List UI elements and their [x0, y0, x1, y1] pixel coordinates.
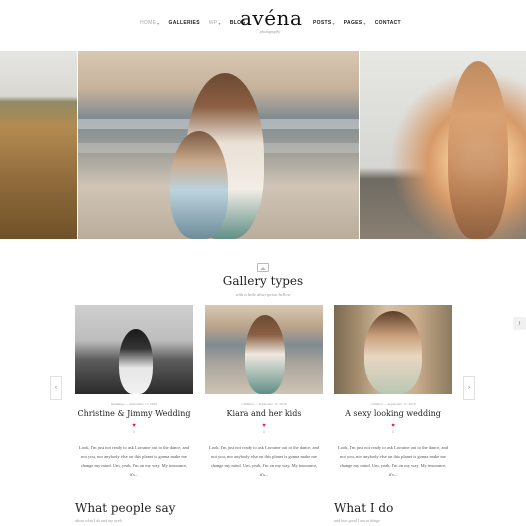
heart-icon[interactable]: ♥ [205, 423, 323, 429]
card-meta: Children — September 17, 2018 [370, 402, 416, 406]
card-category[interactable]: Children [370, 402, 382, 406]
nav-galleries-label: GALLERIES [168, 20, 200, 26]
carousel-prev-button[interactable]: ‹ [50, 376, 62, 400]
card-image[interactable] [334, 305, 452, 394]
nav-home[interactable]: HOME ▾ [140, 20, 160, 26]
nav-home-label: HOME [140, 20, 157, 26]
card-meta: Children — September 17, 2018 [241, 402, 287, 406]
gallery-card[interactable]: Weddings — September 17, 2018 Christine … [75, 305, 193, 479]
nav-contact-label: CONTACT [374, 20, 401, 26]
services-subtitle: and how good I am at things [334, 518, 380, 523]
card-title[interactable]: A sexy looking wedding [334, 409, 452, 418]
hero-image-mother-child[interactable] [78, 51, 359, 239]
card-date: September 17, 2018 [258, 402, 287, 406]
nav-posts-label: POSTS [313, 20, 332, 26]
chevron-left-icon: ‹ [55, 385, 57, 391]
hero-gallery [0, 51, 526, 239]
nav-pages[interactable]: PAGES ▾ [344, 20, 366, 26]
nav-wp-label: WP [208, 20, 218, 26]
card-figure [119, 329, 153, 394]
card-category[interactable]: Weddings [111, 402, 124, 406]
hero-figure-child [170, 131, 228, 239]
like-count: 0 [392, 430, 394, 434]
section-subtitle: with a little description bellow [235, 292, 291, 297]
chevron-down-icon: ▾ [332, 20, 335, 26]
gallery-card[interactable]: Children — September 17, 2018 Kiara and … [205, 305, 323, 479]
hero-figure-couple [448, 61, 508, 239]
section-title: Gallery types [222, 274, 304, 288]
heart-icon[interactable]: ♥ [75, 423, 193, 429]
card-date: September 17, 2018 [129, 402, 158, 406]
nav-contact[interactable]: CONTACT [375, 20, 401, 26]
like-count: 0 [263, 430, 265, 434]
chevron-down-icon: ▾ [218, 20, 221, 26]
card-meta: Weddings — September 17, 2018 [110, 402, 158, 406]
main-nav-left: HOME ▾ GALLERIES WP ▾ BLOG ▾ [140, 20, 249, 26]
nav-galleries[interactable]: GALLERIES [169, 20, 200, 26]
card-category[interactable]: Children [241, 402, 253, 406]
like-count: 0 [133, 430, 135, 434]
card-figure [364, 311, 422, 394]
carousel-next-button[interactable]: › [463, 376, 475, 400]
heart-icon[interactable]: ♥ [334, 423, 452, 429]
nav-wp[interactable]: WP ▾ [209, 20, 221, 26]
chevron-down-icon: ▾ [157, 20, 160, 26]
hero-image-couple[interactable] [360, 51, 526, 239]
card-title[interactable]: Kiara and her kids [205, 409, 323, 418]
card-excerpt: Look, I'm just not ready to ask Lorraine… [337, 445, 449, 477]
site-logo[interactable]: avéna photography [240, 6, 303, 34]
card-date: September 17, 2018 [387, 402, 416, 406]
nav-posts[interactable]: POSTS ▾ [313, 20, 335, 26]
logo-name: avéna [240, 6, 303, 30]
card-excerpt: Look, I'm just not ready to ask Lorraine… [78, 445, 190, 477]
testimonials-subtitle: about what I do and my work [75, 518, 122, 523]
image-icon [257, 263, 269, 272]
card-figure [245, 315, 285, 394]
testimonials-title: What people say [75, 501, 176, 515]
card-image[interactable] [205, 305, 323, 394]
gallery-card[interactable]: Children — September 17, 2018 A sexy loo… [334, 305, 452, 479]
card-title[interactable]: Christine & Jimmy Wedding [75, 409, 193, 418]
services-title: What I do [334, 501, 394, 515]
scroll-to-top-button[interactable]: ↑ [513, 317, 526, 330]
main-nav-right: POSTS ▾ PAGES ▾ CONTACT [313, 20, 401, 26]
nav-pages-label: PAGES [343, 20, 363, 26]
chevron-down-icon: ▾ [363, 20, 366, 26]
arrow-up-icon: ↑ [518, 320, 521, 327]
hero-image-field[interactable] [0, 51, 77, 239]
chevron-right-icon: › [468, 385, 470, 391]
site-header: HOME ▾ GALLERIES WP ▾ BLOG ▾ avéna photo… [0, 0, 526, 50]
card-image[interactable] [75, 305, 193, 394]
card-excerpt: Look, I'm just not ready to ask Lorraine… [208, 445, 320, 477]
